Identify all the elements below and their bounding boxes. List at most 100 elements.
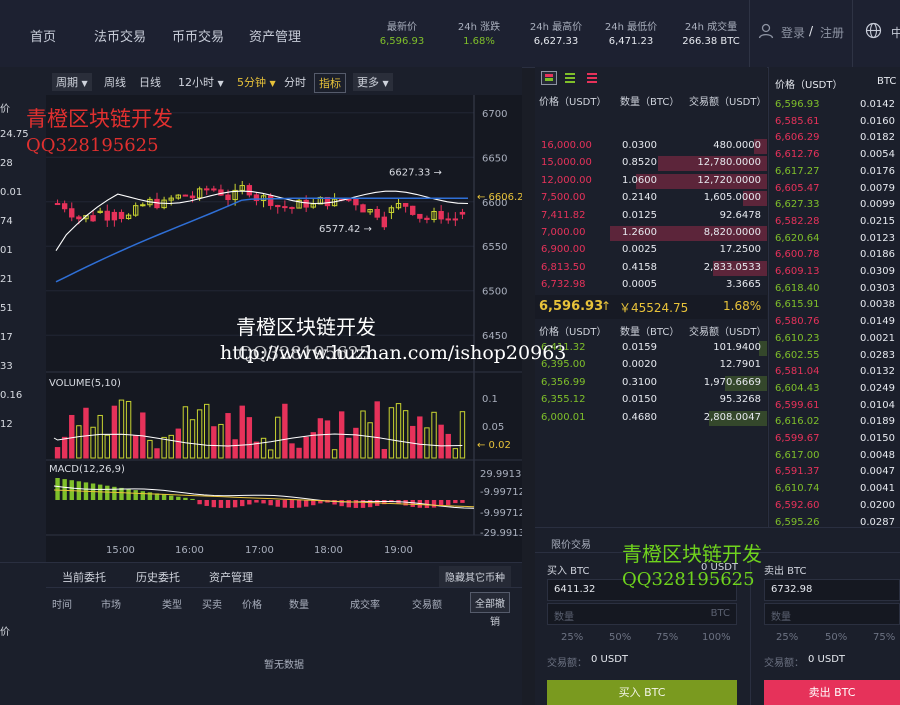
divider bbox=[750, 558, 751, 705]
volume-bar bbox=[182, 406, 189, 459]
buy-price-input[interactable]: 6411.32 bbox=[547, 579, 737, 601]
trade-row: 6,582.28 0.0215 bbox=[769, 214, 900, 231]
volume-bar bbox=[239, 405, 245, 459]
cancel-all-button[interactable]: 全部撤 bbox=[470, 592, 510, 613]
volume-bar bbox=[161, 436, 167, 459]
sell-pct-25[interactable]: 25% bbox=[776, 632, 798, 643]
trade-mode-tab[interactable]: 限价交易 bbox=[551, 536, 591, 551]
buy-available: 0 USDT bbox=[701, 562, 739, 573]
ask-row[interactable]: 7,500.00 0.2140 1,605.0000 bbox=[535, 190, 767, 207]
buy-button[interactable]: 买入 BTC bbox=[547, 680, 737, 705]
nav-assets[interactable]: 资产管理 bbox=[249, 26, 301, 45]
hide-other-coins-button[interactable]: 隐藏其它币种 bbox=[439, 566, 511, 587]
price-tick-label: 6500 bbox=[482, 287, 507, 298]
column-header: 交易额 bbox=[412, 600, 442, 611]
ask-row[interactable]: 16,000.00 0.0300 480.0000 bbox=[535, 138, 767, 154]
macd-bar bbox=[247, 500, 252, 505]
trade-quantity: 0.0048 bbox=[860, 449, 895, 461]
ask-row[interactable]: 15,000.00 0.8520 12,780.0000 bbox=[535, 155, 767, 172]
sell-pct-50[interactable]: 50% bbox=[825, 632, 847, 643]
list-value: 0.01 bbox=[0, 187, 23, 198]
bid-row[interactable]: 6,411.32 0.0159 101.9400 bbox=[535, 340, 767, 356]
period-dropdown[interactable]: 周期 ▼ bbox=[52, 73, 92, 91]
volume-bar bbox=[246, 417, 253, 459]
price-tick-label: 6700 bbox=[482, 109, 507, 120]
trade-quantity: 0.0186 bbox=[860, 249, 895, 261]
sell-pct-75[interactable]: 75% bbox=[873, 632, 895, 643]
bids-only-icon[interactable] bbox=[565, 72, 575, 83]
volume-bar bbox=[204, 403, 210, 459]
buy-pct-75[interactable]: 75% bbox=[656, 632, 678, 643]
volume-bar bbox=[260, 437, 267, 459]
bid-row[interactable]: 6,395.00 0.0020 12.7901 bbox=[535, 357, 767, 373]
trade-price: 6,606.29 bbox=[775, 132, 820, 144]
ticker-value: 6,596.93 bbox=[379, 36, 425, 47]
login-link[interactable]: 登录 bbox=[781, 24, 805, 41]
macd-tick-label: -9.997129620 bbox=[480, 508, 522, 519]
row-price: 6,395.00 bbox=[541, 359, 586, 371]
ask-row[interactable]: 6,732.98 0.0005 3.3665 bbox=[535, 277, 767, 293]
row-quantity: 0.0005 bbox=[622, 279, 657, 291]
time-axis-label: 18:00 bbox=[314, 545, 343, 556]
ask-row[interactable]: 6,900.00 0.0025 17.2500 bbox=[535, 242, 767, 258]
ticker-value: 6,471.23 bbox=[608, 36, 654, 47]
asks-only-icon[interactable] bbox=[587, 72, 597, 83]
ask-row[interactable]: 12,000.00 1.0600 12,720.0000 bbox=[535, 173, 767, 189]
macd-bar bbox=[197, 500, 202, 505]
tab-asset-management[interactable]: 资产管理 bbox=[209, 569, 253, 585]
tab-order-history[interactable]: 历史委托 bbox=[136, 569, 180, 585]
trade-price: 6,612.76 bbox=[775, 149, 820, 161]
row-total: 1,970.6669 bbox=[703, 376, 761, 388]
macd-bar bbox=[225, 500, 231, 508]
macd-bar bbox=[119, 487, 124, 500]
sell-quantity-input[interactable]: 数量 bbox=[764, 603, 900, 625]
high-price-label: 6627.33 → bbox=[389, 167, 442, 178]
buy-quantity-input[interactable]: 数量 BTC bbox=[547, 603, 737, 625]
ticker-label: 24h 最高价 bbox=[529, 22, 583, 33]
trade-quantity: 0.0047 bbox=[860, 466, 895, 478]
kline-chart[interactable]: 670066506600655065006450← 6606.296627.33… bbox=[46, 95, 522, 562]
volume-bar bbox=[374, 401, 380, 459]
candle-body bbox=[424, 217, 430, 220]
globe-icon[interactable] bbox=[865, 22, 882, 39]
language-selector[interactable]: 中 bbox=[891, 24, 900, 41]
column-header: 市场 bbox=[101, 600, 121, 611]
price-tick-label: 6650 bbox=[482, 153, 507, 164]
period-5min-label: 5分钟 bbox=[237, 76, 266, 89]
volume-bar bbox=[282, 403, 288, 459]
more-dropdown[interactable]: 更多 ▼ bbox=[353, 73, 393, 91]
ask-row[interactable]: 6,813.50 0.4158 2,833.0533 bbox=[535, 260, 767, 276]
period-day[interactable]: 日线 bbox=[135, 73, 165, 91]
bid-row[interactable]: 6,000.01 0.4680 2,808.0047 bbox=[535, 410, 767, 426]
nav-home[interactable]: 首页 bbox=[30, 26, 56, 45]
trade-quantity: 0.0041 bbox=[860, 483, 895, 495]
nav-coin-trade[interactable]: 币币交易 bbox=[172, 26, 224, 45]
sell-price-input[interactable]: 6732.98 bbox=[764, 579, 900, 601]
period-5min[interactable]: 5分钟 ▼ bbox=[233, 73, 280, 91]
ask-row[interactable]: 7,411.82 0.0125 92.6478 bbox=[535, 208, 767, 224]
trade-quantity: 0.0021 bbox=[860, 332, 895, 344]
both-sides-icon[interactable] bbox=[541, 71, 557, 85]
sell-button[interactable]: 卖出 BTC bbox=[764, 680, 900, 705]
register-link[interactable]: 注册 bbox=[820, 24, 844, 41]
bid-row[interactable]: 6,356.99 0.3100 1,970.6669 bbox=[535, 375, 767, 391]
candle-body bbox=[275, 204, 281, 208]
bid-row[interactable]: 6,355.12 0.0150 95.3268 bbox=[535, 392, 767, 408]
trade-quantity: 0.0150 bbox=[860, 433, 895, 444]
buy-pct-25[interactable]: 25% bbox=[561, 632, 583, 643]
trade-quantity: 0.0079 bbox=[860, 182, 895, 194]
volume-bar bbox=[459, 411, 466, 459]
ask-row[interactable]: 7,000.00 1.2600 8,820.0000 bbox=[535, 225, 767, 241]
indicator-button[interactable]: 指标 bbox=[314, 73, 346, 93]
buy-pct-50[interactable]: 50% bbox=[609, 632, 631, 643]
period-12h[interactable]: 12小时 ▼ bbox=[174, 73, 228, 91]
nav-fiat-trade[interactable]: 法币交易 bbox=[94, 26, 146, 45]
period-week[interactable]: 周线 bbox=[100, 73, 130, 91]
orders-panel: 当前委托 历史委托 资产管理 隐藏其它币种 时间 市场 类型 买卖 价格 数量 … bbox=[46, 562, 522, 705]
buy-quantity-unit: BTC bbox=[710, 608, 730, 619]
buy-pct-100[interactable]: 100% bbox=[702, 632, 731, 643]
tab-current-orders[interactable]: 当前委托 bbox=[62, 569, 106, 585]
trade-quantity: 0.0038 bbox=[860, 299, 895, 311]
volume-bar bbox=[111, 405, 118, 459]
period-timeline[interactable]: 分时 bbox=[280, 73, 310, 91]
